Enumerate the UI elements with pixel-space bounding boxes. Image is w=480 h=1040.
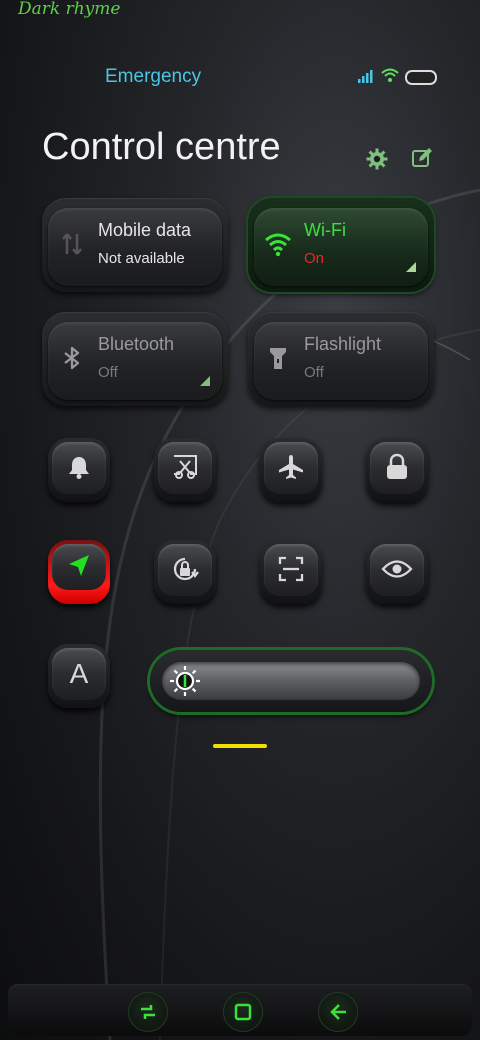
eye-icon bbox=[381, 560, 413, 579]
brightness-slider[interactable] bbox=[150, 650, 432, 712]
tile-body: Wi-Fi On bbox=[254, 208, 428, 286]
expand-corner-icon[interactable] bbox=[200, 376, 210, 386]
sun-icon bbox=[170, 666, 200, 696]
tile-label: Mobile data bbox=[98, 220, 192, 240]
toggle-silent[interactable] bbox=[48, 438, 110, 502]
recents-icon bbox=[141, 1005, 155, 1019]
tile-body: Bluetooth Off bbox=[48, 322, 222, 400]
tile-body: Flashlight Off bbox=[254, 322, 428, 400]
back-icon bbox=[330, 1004, 346, 1020]
screenshot-icon bbox=[174, 455, 197, 480]
gear-icon[interactable] bbox=[365, 147, 389, 171]
navigation-bar bbox=[8, 984, 472, 1036]
back-button[interactable] bbox=[318, 992, 358, 1032]
tile-mobile-data[interactable]: Mobile data Not available bbox=[42, 198, 228, 292]
signal-bars-icon bbox=[358, 70, 373, 83]
toggle-reading-mode[interactable] bbox=[366, 540, 428, 604]
mobile-data-icon bbox=[62, 233, 82, 255]
toggle-auto-brightness[interactable]: A bbox=[48, 644, 110, 708]
toggle-scanner[interactable] bbox=[260, 540, 322, 604]
tile-flashlight[interactable]: Flashlight Off bbox=[248, 312, 434, 406]
edit-icon[interactable] bbox=[410, 146, 434, 170]
tile-label: Flashlight bbox=[304, 334, 382, 354]
toggle-lock[interactable] bbox=[366, 438, 428, 502]
lock-icon bbox=[387, 454, 407, 480]
scan-icon bbox=[278, 557, 304, 582]
wifi-icon bbox=[265, 233, 291, 257]
status-bar: Emergency bbox=[0, 60, 480, 94]
tile-state: On bbox=[304, 250, 325, 267]
tile-label: Bluetooth bbox=[98, 334, 175, 354]
tile-state: Off bbox=[304, 364, 324, 381]
expand-corner-icon[interactable] bbox=[406, 262, 416, 272]
toggle-airplane[interactable] bbox=[260, 438, 322, 502]
toggle-location[interactable] bbox=[48, 540, 110, 604]
toggle-screenshot[interactable] bbox=[154, 438, 216, 502]
toggle-rotation-lock[interactable] bbox=[154, 540, 216, 604]
home-icon bbox=[234, 1003, 252, 1021]
auto-brightness-icon: A bbox=[70, 658, 89, 688]
page-indicator bbox=[213, 744, 267, 748]
location-icon bbox=[69, 554, 89, 576]
bell-icon bbox=[69, 457, 89, 480]
tile-wifi[interactable]: Wi-Fi On bbox=[248, 198, 434, 292]
auto-brightness-label: A bbox=[70, 658, 89, 688]
theme-name: Dark rhyme bbox=[18, 0, 121, 19]
airplane-icon bbox=[279, 455, 303, 480]
bluetooth-icon bbox=[64, 346, 80, 370]
tile-state: Not available bbox=[98, 250, 185, 267]
tile-state: Off bbox=[98, 364, 118, 381]
battery-icon bbox=[405, 70, 437, 85]
wifi-icon bbox=[381, 68, 399, 82]
flashlight-icon bbox=[270, 348, 286, 369]
rotation-lock-icon bbox=[173, 558, 199, 581]
tile-bluetooth[interactable]: Bluetooth Off bbox=[42, 312, 228, 406]
tile-body: Mobile data Not available bbox=[48, 208, 222, 286]
home-button[interactable] bbox=[223, 992, 263, 1032]
carrier-text: Emergency bbox=[105, 66, 202, 87]
tile-label: Wi-Fi bbox=[304, 220, 346, 240]
page-title: Control centre bbox=[42, 126, 281, 168]
recents-button[interactable] bbox=[128, 992, 168, 1032]
